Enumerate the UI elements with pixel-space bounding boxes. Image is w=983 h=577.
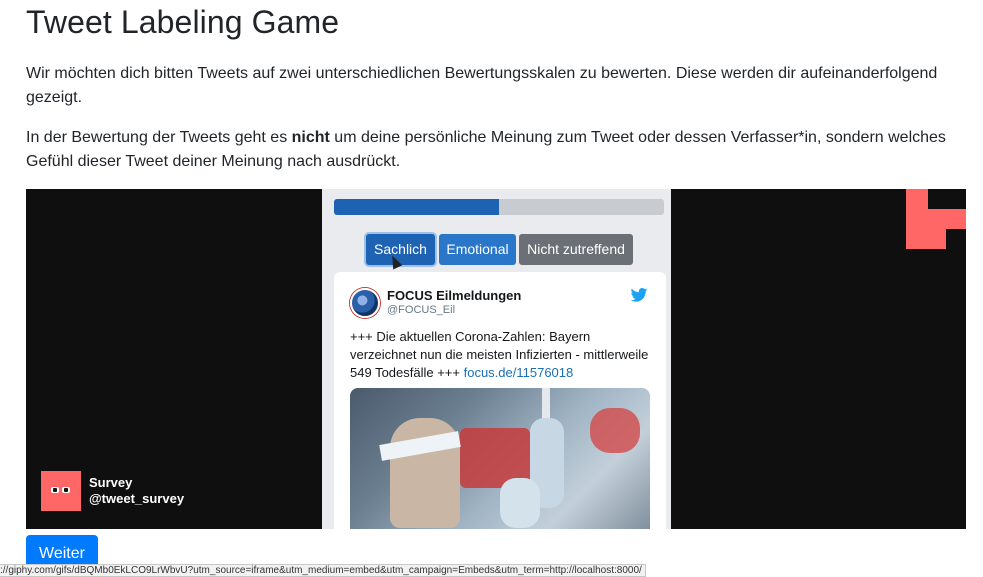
app-screen: Sachlich Emotional Nicht zutreffend FOCU…: [322, 189, 671, 529]
photo-red-bin: [590, 408, 640, 453]
survey-avatar-icon: [41, 471, 81, 511]
photo-glove-2: [500, 478, 540, 528]
tweet-text: +++ Die aktuellen Corona-Zahlen: Bayern …: [350, 328, 660, 382]
avatar-eye-right: [62, 487, 70, 493]
intro-text: Wir möchten dich bitten Tweets auf zwei …: [26, 65, 938, 106]
avatar-eye-left: [51, 487, 59, 493]
progress-bar: [334, 199, 664, 215]
progress-fill: [334, 199, 499, 215]
account-avatar: [350, 288, 380, 318]
emotional-button: Emotional: [439, 234, 516, 265]
nicht-zutreffend-button: Nicht zutreffend: [519, 234, 633, 265]
tweet-photo: [350, 388, 650, 529]
tweet-account-name: FOCUS Eilmeldungen: [387, 288, 522, 303]
giphy-logo-cutout: [928, 189, 966, 209]
giphy-embed[interactable]: Sachlich Emotional Nicht zutreffend FOCU…: [26, 189, 966, 529]
source-handle[interactable]: @tweet_survey: [89, 491, 184, 506]
giphy-logo-cutout-2: [946, 229, 966, 249]
instruction-emphasis: nicht: [291, 129, 330, 146]
instruction-text: In der Bewertung der Tweets geht es nich…: [26, 126, 971, 174]
instruction-part-1: In der Bewertung der Tweets geht es: [26, 129, 292, 146]
sachlich-button: Sachlich: [366, 234, 435, 265]
twitter-bird-icon: [630, 288, 648, 302]
tweet-card: FOCUS Eilmeldungen @FOCUS_Eil +++ Die ak…: [334, 272, 666, 529]
tweet-account-handle: @FOCUS_Eil: [387, 304, 456, 316]
tweet-link: focus.de/11576018: [463, 365, 574, 380]
status-bar-url: ://giphy.com/gifs/dBQMb0EkLCO9LrWbvU?utm…: [0, 564, 646, 577]
page-title: Tweet Labeling Game: [26, 4, 340, 40]
source-name[interactable]: Survey: [89, 475, 132, 490]
